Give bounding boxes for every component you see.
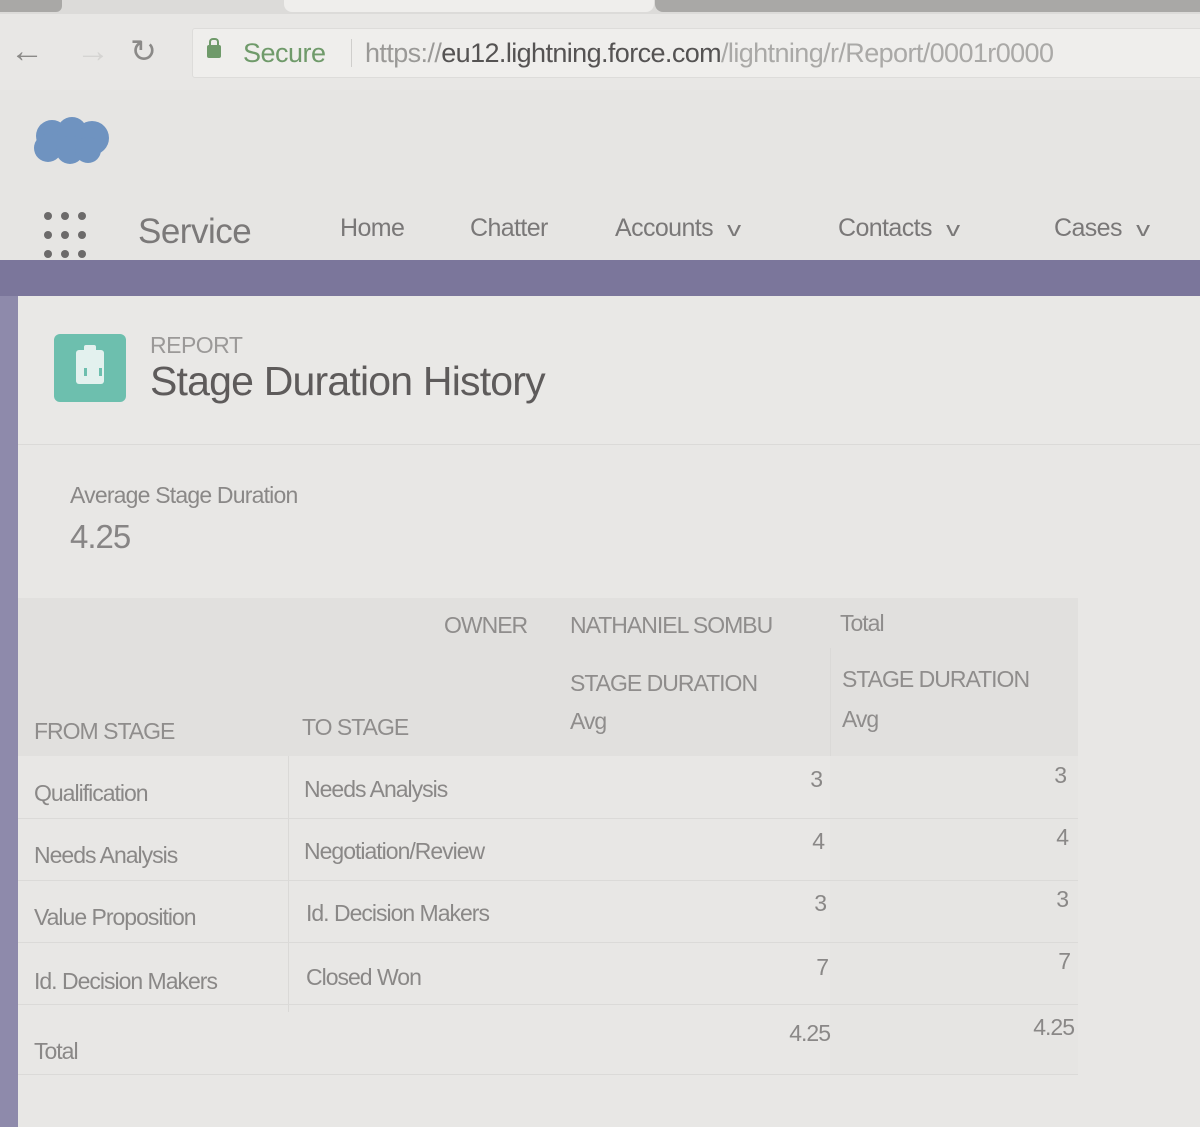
to-stage-cell: Needs Analysis (304, 776, 448, 802)
browser-tab-strip (0, 0, 1200, 14)
nav-item-label: Contacts (838, 214, 932, 242)
browser-tab[interactable] (0, 0, 62, 12)
brand-band-side (0, 296, 18, 1127)
url-divider (351, 39, 352, 67)
total-group-header: Total (840, 610, 885, 636)
browser-toolbar: ← → ↻ Secure https://eu12.lightning.forc… (0, 14, 1200, 91)
app-name: Service (138, 212, 252, 251)
browser-tab-active[interactable] (284, 0, 654, 12)
forward-arrow-icon[interactable]: → (76, 34, 110, 68)
total-row: Total 4.25 4.25 (18, 1004, 1078, 1075)
reload-icon[interactable]: ↻ (130, 34, 157, 68)
report-icon (54, 334, 126, 402)
report-header: REPORT Stage Duration History (18, 296, 1200, 445)
stage-duration-header[interactable]: STAGE DURATION (570, 670, 758, 697)
to-stage-cell: Negotiation/Review (304, 838, 485, 864)
nav-item-accounts[interactable]: Accounts v (615, 214, 741, 243)
from-stage-cell: Value Proposition (34, 904, 197, 930)
table-row: Value Proposition Id. Decision Makers 3 … (18, 880, 1078, 943)
owner-name-header[interactable]: NATHANIEL SOMBU (570, 612, 773, 639)
nav-item-label: Home (340, 214, 405, 242)
app-nav-bar: Service Home Chatter Accounts v Contacts v… (0, 190, 1200, 260)
column-divider (830, 648, 831, 756)
object-type-label: REPORT (150, 332, 243, 358)
table-row: Needs Analysis Negotiation/Review 4 4 (18, 818, 1078, 881)
aggregate-label: Avg (842, 706, 879, 732)
chevron-down-icon[interactable]: v (946, 219, 960, 242)
lock-icon (207, 38, 221, 58)
nav-item-label: Cases (1054, 214, 1122, 242)
chevron-down-icon[interactable]: v (1136, 219, 1150, 242)
to-stage-cell: Closed Won (306, 964, 422, 990)
report-card: REPORT Stage Duration History Average St… (18, 296, 1200, 1127)
owner-avg-cell: 3 (814, 890, 827, 916)
from-stage-header[interactable]: FROM STAGE (34, 718, 175, 745)
total-avg-cell: 3 (1054, 762, 1067, 788)
owner-avg-cell: 4 (812, 828, 825, 854)
to-stage-header[interactable]: TO STAGE (302, 714, 409, 741)
owner-avg-cell: 7 (816, 954, 829, 980)
from-stage-cell: Id. Decision Makers (34, 968, 218, 994)
browser-tab[interactable] (655, 0, 1200, 12)
app-launcher-icon[interactable] (44, 212, 92, 260)
nav-item-contacts[interactable]: Contacts v (838, 214, 960, 243)
from-stage-cell: Needs Analysis (34, 842, 178, 868)
global-header (0, 90, 1200, 190)
chevron-down-icon[interactable]: v (727, 219, 741, 242)
total-avg-cell: 7 (1058, 948, 1071, 974)
from-stage-cell: Qualification (34, 780, 149, 806)
nav-item-label: Chatter (470, 214, 548, 242)
to-stage-cell: Id. Decision Makers (306, 900, 490, 926)
page-title: Stage Duration History (150, 358, 546, 404)
nav-item-home[interactable]: Home (340, 214, 405, 243)
total-avg-cell: 4 (1056, 824, 1069, 850)
table-row: Id. Decision Makers Closed Won 7 7 (18, 942, 1078, 1005)
nav-item-chatter[interactable]: Chatter (470, 214, 548, 243)
total-row-label: Total (34, 1038, 79, 1064)
url-text[interactable]: https://eu12.lightning.force.com/lightni… (365, 38, 1054, 69)
nav-item-label: Accounts (615, 214, 714, 242)
url-host: eu12.lightning.force.com (441, 38, 722, 68)
secure-label: Secure (243, 38, 326, 68)
owner-avg-total: 4.25 (789, 1020, 831, 1046)
table-header: OWNER NATHANIEL SOMBU Total STAGE DURATI… (18, 598, 1078, 756)
url-scheme: https:// (365, 38, 442, 68)
summary-metric-value: 4.25 (70, 518, 131, 555)
aggregate-label: Avg (570, 708, 607, 734)
stage-duration-total-header[interactable]: STAGE DURATION (842, 666, 1030, 693)
owner-group-label: OWNER (444, 612, 528, 638)
table-row: Qualification Needs Analysis 3 3 (18, 756, 1078, 819)
grand-total-avg: 4.25 (1033, 1014, 1075, 1040)
summary-metric-label: Average Stage Duration (70, 482, 298, 508)
owner-avg-cell: 3 (810, 766, 823, 792)
total-avg-cell: 3 (1056, 886, 1069, 912)
url-path: /lightning/r/Report/0001r0000 (721, 38, 1054, 68)
back-arrow-icon[interactable]: ← (10, 34, 44, 68)
nav-item-cases[interactable]: Cases v (1054, 214, 1150, 243)
salesforce-logo-icon[interactable] (28, 114, 114, 166)
address-bar[interactable]: Secure https://eu12.lightning.force.com/… (192, 28, 1200, 78)
brand-band (0, 260, 1200, 296)
